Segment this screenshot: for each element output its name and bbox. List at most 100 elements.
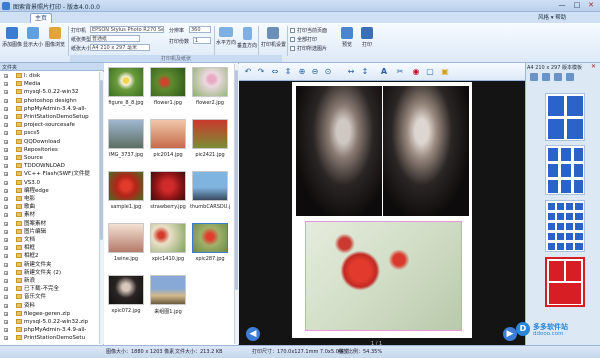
print-selected-option[interactable]: 打印所选图片 — [290, 45, 327, 52]
expand-icon[interactable]: + — [4, 270, 8, 275]
expand-icon[interactable]: + — [4, 254, 8, 259]
tree-item[interactable]: + 新建文件夹 (2) — [4, 269, 61, 277]
tree-item[interactable]: + phpMyAdmin-3.4.9-all- — [4, 105, 86, 113]
tree-item[interactable]: + 音乐文件 — [4, 293, 46, 301]
move-horizontal-icon[interactable]: ↔ — [346, 67, 356, 77]
expand-icon[interactable]: + — [4, 180, 8, 185]
tree-item[interactable]: + pscs5 — [4, 129, 40, 137]
landscape-button[interactable]: 水平方向 — [216, 27, 236, 57]
paper-size-select[interactable]: A4 210 x 297 毫米 — [90, 44, 150, 51]
tab-home[interactable]: 主页 — [30, 13, 52, 23]
tree-item[interactable]: + 已下载-不完全 — [4, 285, 59, 293]
layout-template[interactable] — [545, 93, 585, 141]
expand-icon[interactable]: + — [4, 172, 8, 177]
print-current-page-option[interactable]: 打印当前页面 — [290, 27, 327, 34]
print-all-option[interactable]: 全部打印 — [290, 36, 317, 43]
thumbnail-image[interactable] — [192, 223, 228, 253]
tree-item[interactable]: + 编程edge — [4, 187, 49, 195]
photo-browse-button[interactable]: 图像浏览 — [45, 27, 65, 57]
thumbnail-image[interactable] — [150, 67, 186, 97]
mask-icon[interactable]: ▣ — [440, 67, 450, 77]
thumbnail-image[interactable] — [192, 67, 228, 97]
tree-item[interactable]: + 文档 — [4, 236, 35, 244]
thumbnail-image[interactable] — [150, 119, 186, 149]
expand-icon[interactable]: + — [4, 123, 8, 128]
dpi-field[interactable]: 360 — [189, 26, 211, 33]
close-button[interactable]: ✕ — [585, 1, 597, 10]
expand-icon[interactable]: + — [4, 74, 8, 79]
thumbnail-image[interactable] — [192, 119, 228, 149]
tree-item[interactable]: + Source — [4, 154, 43, 162]
layout-template-selected[interactable] — [545, 257, 585, 307]
print-button[interactable]: 打印 — [357, 27, 377, 57]
thumbnail-image[interactable] — [150, 171, 186, 201]
expand-icon[interactable]: + — [4, 303, 8, 308]
tree-item[interactable]: + 资料 — [4, 302, 35, 310]
style-help-links[interactable]: 风格 ▾ 帮助 — [538, 13, 566, 21]
layout-tool-icon[interactable] — [566, 73, 574, 81]
tree-item[interactable]: + project-sourcesafe — [4, 121, 75, 129]
expand-icon[interactable]: + — [4, 221, 8, 226]
tree-item[interactable]: + QQDownload — [4, 138, 60, 146]
printer-select[interactable]: EPSON Stylus Photo R270 Series — [90, 26, 164, 33]
preview-button[interactable]: 预览 — [337, 27, 357, 57]
tree-item[interactable]: + mysql-5.0.22-win32 — [4, 88, 78, 96]
tree-item[interactable]: + 相框2 — [4, 252, 39, 260]
portrait-button[interactable]: 垂直方向 — [237, 27, 257, 57]
expand-icon[interactable]: + — [4, 131, 8, 136]
scissors-icon[interactable]: ✂ — [395, 67, 405, 77]
expand-icon[interactable]: + — [4, 287, 8, 292]
tree-item[interactable]: + 素材 — [4, 211, 35, 219]
tree-scrollbar-thumb[interactable] — [100, 80, 103, 240]
show-size-button[interactable]: 显示大小 — [23, 27, 43, 57]
paper-type-select[interactable]: 普通纸 — [90, 35, 140, 42]
thumbnail-scrollbar-thumb[interactable] — [235, 70, 238, 290]
thumbnail-image[interactable] — [108, 119, 144, 149]
tree-item[interactable]: + mysql-5.0.22-win32.zip — [4, 318, 88, 326]
tree-item[interactable]: + 图片编辑 — [4, 228, 46, 236]
tree-item[interactable]: + phpMyAdmin-3.4.9-all- — [4, 326, 86, 334]
layout-template[interactable] — [545, 200, 585, 252]
layout-tool-icon[interactable] — [530, 73, 538, 81]
tree-item[interactable]: + 歌曲 — [4, 203, 35, 211]
expand-icon[interactable]: + — [4, 328, 8, 333]
expand-icon[interactable]: + — [4, 279, 8, 284]
tree-item[interactable]: + PrintStationDemoSetup — [4, 113, 89, 121]
expand-icon[interactable]: + — [4, 82, 8, 87]
text-icon[interactable]: A — [379, 67, 389, 77]
color-wheel-icon[interactable]: ◉ — [411, 67, 421, 77]
expand-icon[interactable]: + — [4, 213, 8, 218]
expand-icon[interactable]: + — [4, 238, 8, 243]
expand-icon[interactable]: + — [4, 320, 8, 325]
thumbnail-image[interactable] — [108, 223, 144, 253]
tree-item[interactable]: + Media — [4, 80, 41, 88]
expand-icon[interactable]: + — [4, 164, 8, 169]
rotate-left-icon[interactable]: ↶ — [243, 67, 253, 77]
thumbnail-image[interactable] — [150, 223, 186, 253]
expand-icon[interactable]: + — [4, 139, 8, 144]
expand-icon[interactable]: + — [4, 246, 8, 251]
thumbnail-image[interactable] — [108, 275, 144, 305]
tree-item[interactable]: + filegee-geren.zip — [4, 310, 70, 318]
panel-close-icon[interactable]: ✕ — [591, 63, 596, 70]
previous-page-button[interactable]: ◀ — [246, 327, 260, 341]
expand-icon[interactable]: + — [4, 188, 8, 193]
move-vertical-icon[interactable]: ↕ — [360, 67, 370, 77]
zoom-fit-icon[interactable]: ⊙ — [323, 67, 333, 77]
expand-icon[interactable]: + — [4, 98, 8, 103]
copies-field[interactable]: 1 — [193, 37, 211, 44]
expand-icon[interactable]: + — [4, 262, 8, 267]
frame-icon[interactable]: ▢ — [425, 67, 435, 77]
photo-slot-portrait-left[interactable] — [296, 86, 382, 216]
expand-icon[interactable]: + — [4, 115, 8, 120]
photo-slot-portrait-right[interactable] — [383, 86, 469, 216]
flip-horizontal-icon[interactable]: ⇔ — [270, 67, 280, 77]
expand-icon[interactable]: + — [4, 336, 8, 341]
photo-slot-flower[interactable] — [305, 221, 462, 331]
tree-item[interactable]: + TDDOWNLOAD — [4, 162, 65, 170]
flip-vertical-icon[interactable]: ⇕ — [283, 67, 293, 77]
tree-item[interactable]: + 相框 — [4, 244, 35, 252]
thumbnail-image[interactable] — [150, 275, 186, 305]
expand-icon[interactable]: + — [4, 197, 8, 202]
printer-settings-button[interactable]: 打印机设置 — [261, 27, 286, 57]
